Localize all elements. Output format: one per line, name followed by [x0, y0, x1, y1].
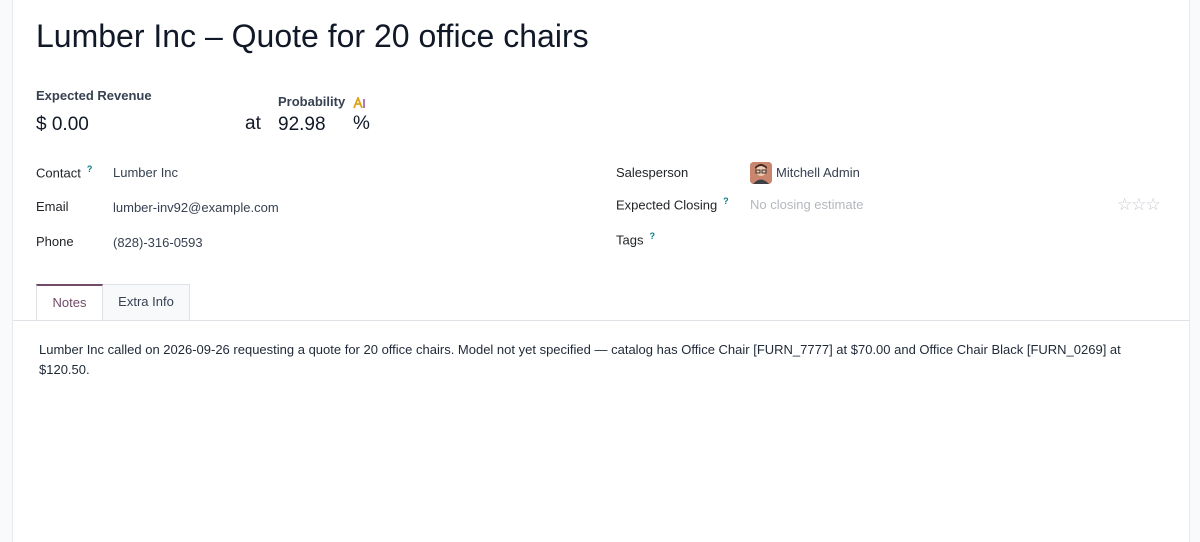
- expected-closing-field[interactable]: No closing estimate: [750, 197, 863, 212]
- priority-star-icon[interactable]: ☆: [1131, 195, 1146, 214]
- form-sheet: Lumber Inc – Quote for 20 office chairs …: [12, 0, 1190, 542]
- ai-sparkle-icon[interactable]: [352, 95, 367, 109]
- priority-star-icon[interactable]: ☆: [1146, 195, 1161, 214]
- tab-extra-info[interactable]: Extra Info: [103, 284, 190, 320]
- tags-field[interactable]: [750, 228, 1150, 250]
- record-title[interactable]: Lumber Inc – Quote for 20 office chairs: [36, 18, 589, 55]
- expected-closing-label-text: Expected Closing: [616, 197, 718, 213]
- phone-field[interactable]: (828)-316-0593: [113, 235, 203, 250]
- probability-label-group: Probability: [278, 94, 367, 109]
- salesperson-label: Salesperson: [616, 165, 689, 180]
- expected-revenue-field[interactable]: $ 0.00: [36, 114, 89, 136]
- phone-label: Phone: [36, 234, 74, 249]
- tab-divider: [13, 320, 1189, 321]
- contact-field[interactable]: Lumber Inc: [113, 165, 178, 180]
- email-field[interactable]: lumber-inv92@example.com: [113, 200, 279, 215]
- tags-label-text: Tags: [616, 232, 644, 248]
- expected-closing-help-icon[interactable]: ?: [723, 196, 729, 206]
- contact-help-icon[interactable]: ?: [87, 164, 93, 174]
- contact-label-text: Contact: [36, 165, 81, 181]
- tags-help-icon[interactable]: ?: [649, 231, 655, 241]
- email-label: Email: [36, 199, 69, 214]
- probability-unit: %: [353, 113, 370, 134]
- probability-label: Probability: [278, 94, 346, 109]
- contact-label: Contact?: [36, 164, 92, 180]
- expected-revenue-label: Expected Revenue: [36, 88, 152, 103]
- at-label: at: [245, 113, 261, 134]
- expected-closing-label: Expected Closing?: [616, 196, 729, 212]
- priority-stars: ☆☆☆: [1117, 195, 1161, 215]
- salesperson-field[interactable]: Mitchell Admin: [776, 165, 860, 180]
- priority-star-icon[interactable]: ☆: [1117, 195, 1132, 214]
- notes-editor[interactable]: Lumber Inc called on 2026-09-26 requesti…: [39, 340, 1149, 380]
- probability-field[interactable]: 92.98: [278, 114, 326, 136]
- tab-notes[interactable]: Notes: [36, 284, 103, 320]
- avatar: [750, 162, 772, 184]
- tags-label: Tags?: [616, 231, 655, 247]
